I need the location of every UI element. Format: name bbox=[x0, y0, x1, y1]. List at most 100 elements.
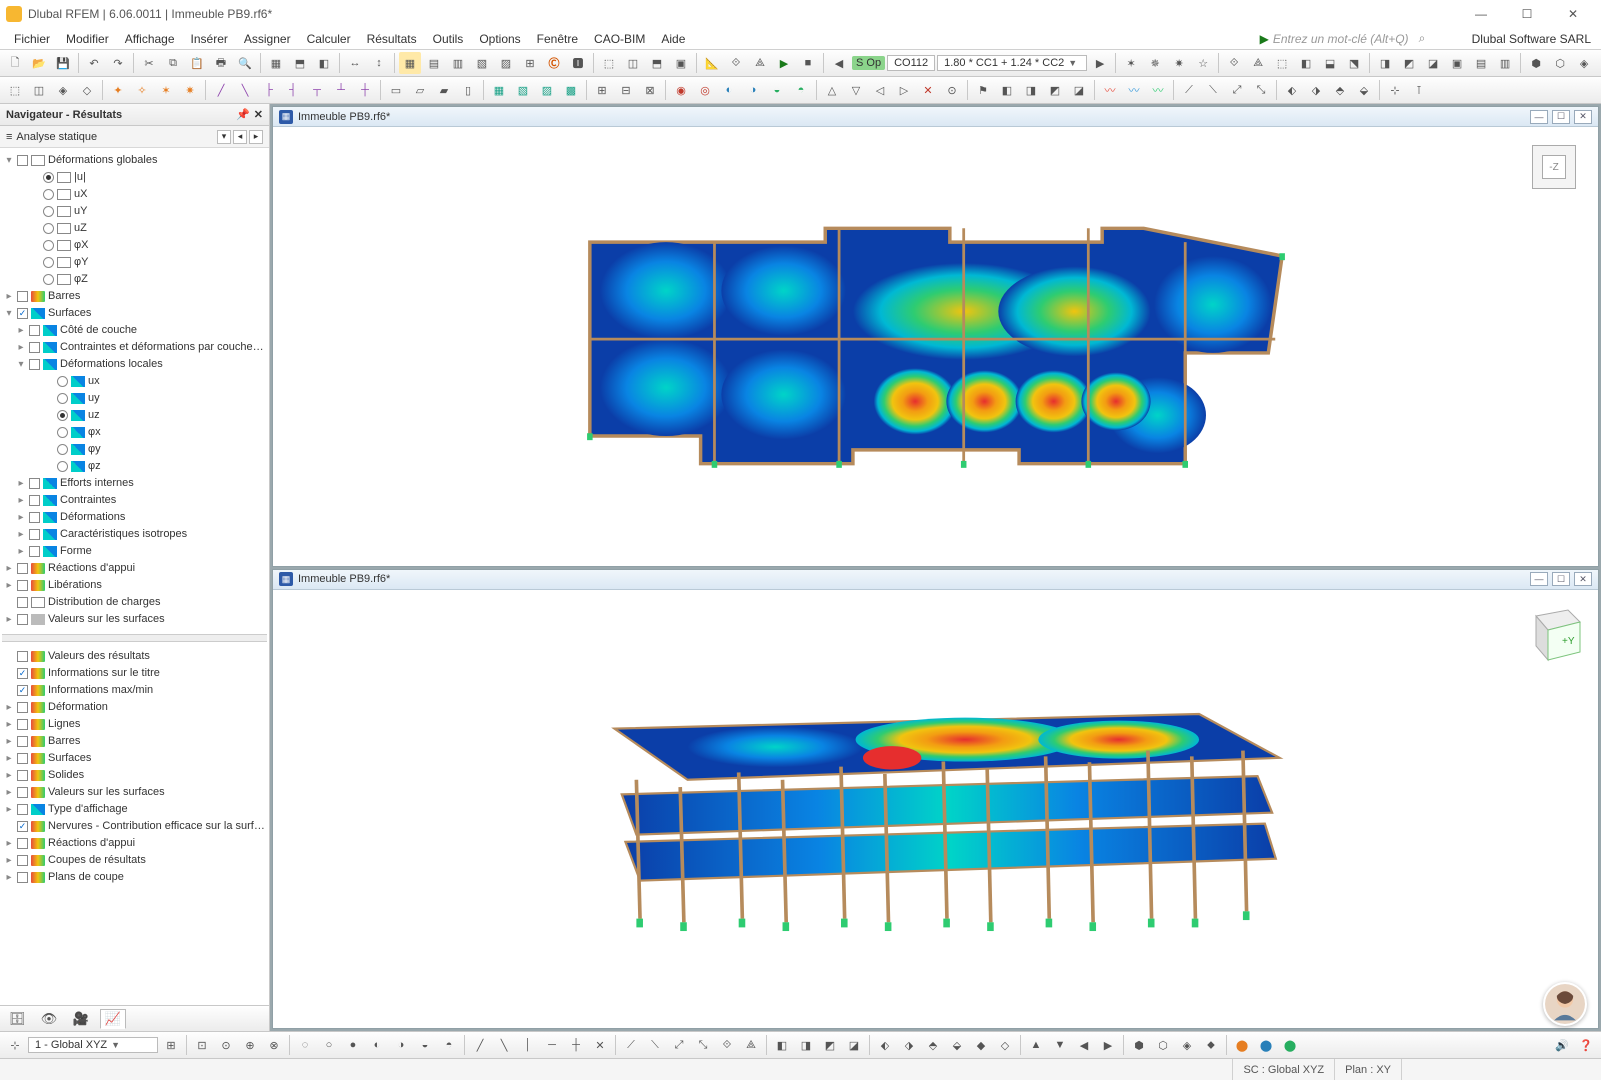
tool-icon[interactable]: ⊟ bbox=[615, 79, 637, 101]
navigator-dropdown[interactable]: ≡ Analyse statique ▾ ◂ ▸ bbox=[0, 126, 269, 148]
tree-node[interactable]: φZ bbox=[2, 271, 267, 288]
results-icon[interactable]: ◒ bbox=[766, 79, 788, 101]
tree-node[interactable]: ▾✓Surfaces bbox=[2, 305, 267, 322]
grid-icon[interactable]: ▨ bbox=[495, 52, 517, 74]
tree-node[interactable]: φY bbox=[2, 254, 267, 271]
snap-icon[interactable]: ╲ bbox=[493, 1034, 515, 1056]
tree-node[interactable]: ✓Informations max/min bbox=[2, 682, 267, 699]
menu-affichage[interactable]: Affichage bbox=[117, 30, 183, 48]
tree-radio[interactable] bbox=[43, 274, 54, 285]
tree-radio[interactable] bbox=[57, 444, 68, 455]
tree-radio[interactable] bbox=[43, 240, 54, 251]
tool-icon[interactable]: ▯ bbox=[457, 79, 479, 101]
tab-results-icon[interactable]: 📈 bbox=[100, 1009, 126, 1029]
tree-radio[interactable] bbox=[43, 172, 54, 183]
tree-checkbox[interactable] bbox=[17, 597, 28, 608]
tool-icon[interactable]: ✵ bbox=[1144, 52, 1166, 74]
tree-node[interactable]: ▸Côté de couche bbox=[2, 322, 267, 339]
menu-outils[interactable]: Outils bbox=[425, 30, 472, 48]
snap-icon[interactable]: ◑ bbox=[390, 1034, 412, 1056]
tab-views-icon[interactable]: 🎥 bbox=[68, 1009, 94, 1029]
snap-icon[interactable]: ◒ bbox=[414, 1034, 436, 1056]
line-icon[interactable]: ┤ bbox=[282, 79, 304, 101]
line-icon[interactable]: ├ bbox=[258, 79, 280, 101]
tree-node[interactable]: φx bbox=[2, 424, 267, 441]
snap-icon[interactable]: ▲ bbox=[1025, 1034, 1047, 1056]
tree-expander-icon[interactable]: ▾ bbox=[4, 306, 14, 321]
tool-icon[interactable]: ⊙ bbox=[941, 79, 963, 101]
tree-checkbox[interactable] bbox=[17, 736, 28, 747]
snap-icon[interactable]: ⟁ bbox=[740, 1034, 762, 1056]
tree-node[interactable]: uX bbox=[2, 186, 267, 203]
tree-radio[interactable] bbox=[43, 257, 54, 268]
tool-icon[interactable]: ⬙ bbox=[1353, 79, 1375, 101]
select-icon[interactable]: ◫ bbox=[28, 79, 50, 101]
cube-icon[interactable]: ◈ bbox=[1573, 52, 1595, 74]
tool-icon[interactable]: ⬒ bbox=[646, 52, 668, 74]
grid-icon[interactable]: ▦ bbox=[399, 52, 421, 74]
line-icon[interactable]: ╲ bbox=[234, 79, 256, 101]
tree-node[interactable]: ▸Forme bbox=[2, 543, 267, 560]
tool-icon[interactable]: ▭ bbox=[385, 79, 407, 101]
tree-expander-icon[interactable]: ▸ bbox=[4, 561, 14, 576]
tree-checkbox[interactable]: ✓ bbox=[17, 685, 28, 696]
tool-icon[interactable]: ▰ bbox=[433, 79, 455, 101]
tree-checkbox[interactable] bbox=[17, 753, 28, 764]
help-icon[interactable]: ❓ bbox=[1575, 1034, 1597, 1056]
snap-icon[interactable]: ◓ bbox=[438, 1034, 460, 1056]
tool-icon[interactable]: ⊠ bbox=[639, 79, 661, 101]
tree-node[interactable]: ▸Déformation bbox=[2, 699, 267, 716]
nav-next-icon[interactable]: ▶ bbox=[1089, 52, 1111, 74]
nav-next-icon[interactable]: ▸ bbox=[249, 130, 263, 144]
tree-expander-icon[interactable]: ▸ bbox=[16, 510, 26, 525]
tree-checkbox[interactable] bbox=[17, 787, 28, 798]
viewport-bottom-canvas[interactable]: +Y bbox=[273, 590, 1598, 1029]
tool-icon[interactable]: ▽ bbox=[845, 79, 867, 101]
tree-node[interactable]: uZ bbox=[2, 220, 267, 237]
select-icon[interactable]: ⬚ bbox=[4, 79, 26, 101]
assistant-avatar[interactable] bbox=[1543, 982, 1587, 1026]
tree-node[interactable]: Distribution de charges bbox=[2, 594, 267, 611]
line-icon[interactable]: ┼ bbox=[354, 79, 376, 101]
line-icon[interactable]: ┴ bbox=[330, 79, 352, 101]
menu-modifier[interactable]: Modifier bbox=[58, 30, 117, 48]
tree-node[interactable]: ✓Informations sur le titre bbox=[2, 665, 267, 682]
tree-node[interactable]: ✓Nervures - Contribution efficace sur la… bbox=[2, 818, 267, 835]
tree-checkbox[interactable] bbox=[17, 838, 28, 849]
snap-icon[interactable]: ◆ bbox=[970, 1034, 992, 1056]
tree-node[interactable]: uY bbox=[2, 203, 267, 220]
tree-node[interactable]: ▸Barres bbox=[2, 288, 267, 305]
tree-splitter[interactable] bbox=[2, 634, 267, 642]
viewport-maximize-icon[interactable]: ☐ bbox=[1552, 110, 1570, 124]
menu-search[interactable]: ▶ Entrez un mot-clé (Alt+Q) ⌕ bbox=[1260, 31, 1460, 46]
tree-node[interactable]: ▸Lignes bbox=[2, 716, 267, 733]
tree-expander-icon[interactable]: ▾ bbox=[16, 357, 26, 372]
tool-icon[interactable]: ⊞ bbox=[160, 1034, 182, 1056]
tree-node[interactable]: ▸Valeurs sur les surfaces bbox=[2, 611, 267, 628]
tool-icon[interactable]: ⬓ bbox=[1319, 52, 1341, 74]
snap-icon[interactable]: ⊙ bbox=[215, 1034, 237, 1056]
grid-icon[interactable]: ▤ bbox=[423, 52, 445, 74]
tree-checkbox[interactable] bbox=[17, 580, 28, 591]
tool-icon[interactable]: ☆ bbox=[1192, 52, 1214, 74]
undo-icon[interactable]: ↶ bbox=[83, 52, 105, 74]
tree-expander-icon[interactable]: ▸ bbox=[4, 289, 14, 304]
minimize-button[interactable]: — bbox=[1459, 2, 1503, 26]
tree-expander-icon[interactable]: ▸ bbox=[16, 323, 26, 338]
tool-icon[interactable]: ▣ bbox=[670, 52, 692, 74]
menu-fichier[interactable]: Fichier bbox=[6, 30, 58, 48]
cube-icon[interactable]: ⬡ bbox=[1549, 52, 1571, 74]
tree-checkbox[interactable] bbox=[17, 770, 28, 781]
tool-icon[interactable]: ✕ bbox=[917, 79, 939, 101]
tool-icon[interactable]: ⬖ bbox=[1281, 79, 1303, 101]
snap-icon[interactable]: ⊡ bbox=[191, 1034, 213, 1056]
menu-fenetre[interactable]: Fenêtre bbox=[529, 30, 586, 48]
cube-icon[interactable]: ◪ bbox=[1422, 52, 1444, 74]
tree-node[interactable]: ▸Contraintes bbox=[2, 492, 267, 509]
snap-icon[interactable]: ⬤ bbox=[1255, 1034, 1277, 1056]
tree-checkbox[interactable] bbox=[29, 359, 40, 370]
results-icon[interactable]: ◎ bbox=[694, 79, 716, 101]
coord-system-selector[interactable]: 1 - Global XYZ ▼ bbox=[28, 1037, 158, 1053]
snap-icon[interactable]: ⊗ bbox=[263, 1034, 285, 1056]
chevron-down-icon[interactable]: ▾ bbox=[217, 130, 231, 144]
